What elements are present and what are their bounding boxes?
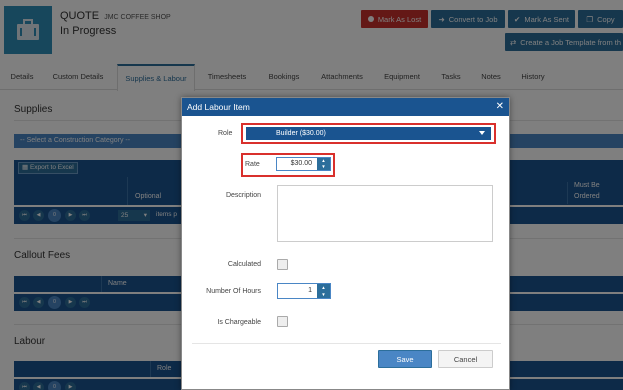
dialog-divider [192, 343, 501, 344]
role-select[interactable]: Builder ($30.00) [246, 127, 491, 140]
calculated-checkbox[interactable] [277, 259, 288, 270]
role-label: Role [218, 130, 233, 137]
cancel-button[interactable]: Cancel [438, 350, 493, 368]
add-labour-item-dialog: Add Labour Item ✕ Role Builder ($30.00) … [181, 97, 510, 390]
description-textarea[interactable] [277, 185, 493, 242]
dialog-header: Add Labour Item ✕ [182, 98, 509, 116]
hours-spinner[interactable]: ▲ ▼ [317, 284, 330, 298]
calculated-label: Calculated [227, 261, 261, 268]
hours-input[interactable]: 1 ▲ ▼ [277, 283, 331, 299]
hours-label: Number Of Hours [206, 288, 261, 295]
spin-down-icon[interactable]: ▼ [317, 291, 330, 298]
spin-up-icon[interactable]: ▲ [317, 284, 330, 291]
rate-spinner[interactable]: ▲ ▼ [317, 158, 330, 170]
chargeable-checkbox[interactable] [277, 316, 288, 327]
save-button[interactable]: Save [378, 350, 432, 368]
rate-input[interactable]: $30.00 ▲ ▼ [276, 157, 331, 171]
rate-value: $30.00 [290, 160, 312, 167]
chargeable-label: Is Chargeable [217, 319, 261, 326]
role-value: Builder ($30.00) [276, 130, 326, 137]
hours-value: 1 [308, 287, 312, 294]
rate-label: Rate [245, 161, 260, 168]
close-icon[interactable]: ✕ [496, 98, 504, 116]
description-label: Description [225, 192, 261, 199]
spin-down-icon[interactable]: ▼ [317, 164, 330, 170]
dialog-title: Add Labour Item [187, 102, 250, 112]
caret-down-icon [479, 131, 485, 135]
